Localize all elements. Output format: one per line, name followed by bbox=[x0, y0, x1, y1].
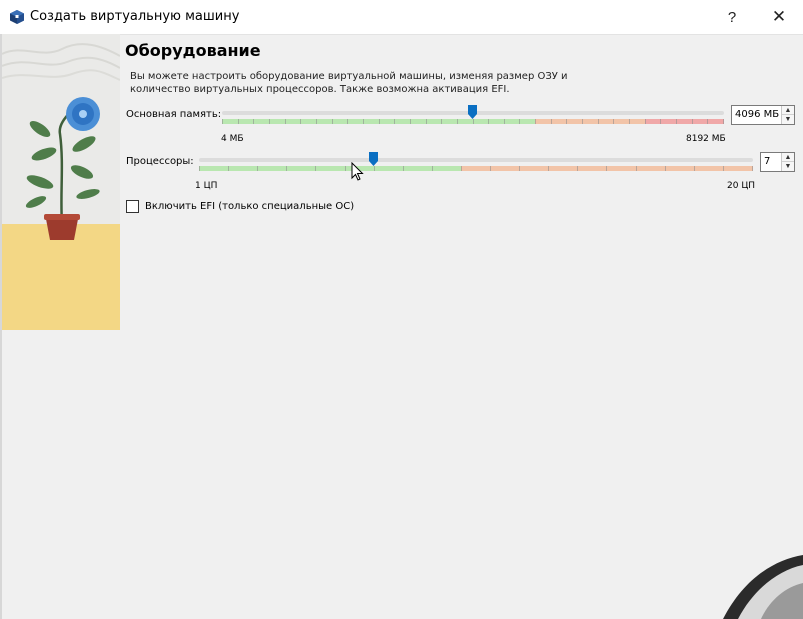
slider-tick bbox=[723, 119, 724, 124]
processors-slider-groove bbox=[199, 158, 753, 162]
slider-tick bbox=[566, 119, 568, 124]
slider-tick bbox=[535, 119, 537, 124]
slider-tick bbox=[425, 119, 427, 124]
processors-min-label: 1 ЦП bbox=[195, 181, 218, 191]
slider-tick bbox=[402, 166, 404, 171]
memory-ticks bbox=[222, 119, 724, 125]
slider-tick bbox=[409, 119, 411, 124]
memory-max-label: 8192 МБ bbox=[686, 134, 726, 144]
slider-tick bbox=[635, 166, 637, 171]
slider-tick bbox=[519, 119, 521, 124]
efi-checkbox-label[interactable]: Включить EFI (только специальные ОС) bbox=[145, 201, 354, 212]
slider-tick bbox=[441, 119, 443, 124]
slider-tick bbox=[676, 119, 678, 124]
title-bar: Создать виртуальную машину ? ✕ bbox=[0, 0, 803, 35]
virtualbox-icon bbox=[10, 10, 24, 24]
efi-checkbox[interactable] bbox=[126, 200, 139, 213]
slider-tick bbox=[431, 166, 433, 171]
slider-tick bbox=[691, 119, 693, 124]
processors-increment-icon[interactable]: ▲ bbox=[782, 153, 794, 162]
slider-tick bbox=[257, 166, 259, 171]
slider-tick bbox=[373, 166, 375, 171]
processors-spin-arrows[interactable]: ▲ ▼ bbox=[781, 153, 794, 171]
slider-tick bbox=[606, 166, 608, 171]
slider-tick bbox=[347, 119, 349, 124]
slider-tick bbox=[362, 119, 364, 124]
close-button[interactable]: ✕ bbox=[759, 0, 799, 34]
slider-tick bbox=[300, 119, 302, 124]
slider-tick bbox=[378, 119, 380, 124]
slider-tick bbox=[472, 119, 474, 124]
slider-tick bbox=[253, 119, 255, 124]
slider-tick bbox=[228, 166, 230, 171]
slider-tick bbox=[284, 119, 286, 124]
processors-slider-handle[interactable] bbox=[369, 152, 379, 166]
slider-tick bbox=[456, 119, 458, 124]
slider-tick bbox=[286, 166, 288, 171]
slider-tick bbox=[222, 119, 223, 124]
slider-tick bbox=[519, 166, 521, 171]
slider-tick bbox=[268, 119, 270, 124]
slider-tick bbox=[460, 166, 462, 171]
memory-decrement-icon[interactable]: ▼ bbox=[782, 115, 794, 124]
memory-slider[interactable] bbox=[222, 104, 724, 128]
processors-spinbox[interactable]: 7 ▲ ▼ bbox=[760, 152, 795, 172]
slider-tick bbox=[394, 119, 396, 124]
slider-tick bbox=[644, 119, 646, 124]
slider-tick bbox=[577, 166, 579, 171]
window-title: Создать виртуальную машину bbox=[30, 9, 240, 24]
help-button[interactable]: ? bbox=[712, 0, 752, 34]
mouse-cursor-icon bbox=[351, 162, 364, 181]
slider-tick bbox=[490, 166, 492, 171]
slider-tick bbox=[548, 166, 550, 171]
slider-tick bbox=[752, 166, 753, 171]
slider-tick bbox=[550, 119, 552, 124]
memory-spinbox[interactable]: 4096 МБ ▲ ▼ bbox=[731, 105, 795, 125]
slider-tick bbox=[315, 119, 317, 124]
processors-label: Процессоры: bbox=[126, 156, 194, 167]
slider-tick bbox=[660, 119, 662, 124]
slider-tick bbox=[315, 166, 317, 171]
processors-decrement-icon[interactable]: ▼ bbox=[782, 162, 794, 171]
memory-value[interactable]: 4096 МБ bbox=[735, 109, 779, 120]
wizard-illustration bbox=[2, 34, 120, 330]
slider-tick bbox=[488, 119, 490, 124]
desktop-background-fragment bbox=[723, 555, 803, 619]
slider-tick bbox=[629, 119, 631, 124]
slider-tick bbox=[693, 166, 695, 171]
slider-tick bbox=[331, 119, 333, 124]
page-description: Вы можете настроить оборудование виртуал… bbox=[130, 71, 568, 95]
slider-tick bbox=[344, 166, 346, 171]
processors-ticks bbox=[199, 166, 753, 172]
slider-tick bbox=[722, 166, 724, 171]
processors-max-label: 20 ЦП bbox=[727, 181, 756, 191]
memory-spin-arrows[interactable]: ▲ ▼ bbox=[781, 106, 794, 124]
memory-label: Основная память: bbox=[126, 109, 222, 120]
page-heading: Оборудование bbox=[125, 41, 261, 60]
slider-tick bbox=[237, 119, 239, 124]
memory-min-label: 4 МБ bbox=[221, 134, 244, 144]
slider-tick bbox=[707, 119, 709, 124]
slider-tick bbox=[597, 119, 599, 124]
slider-tick bbox=[503, 119, 505, 124]
memory-increment-icon[interactable]: ▲ bbox=[782, 106, 794, 115]
slider-tick bbox=[613, 119, 615, 124]
memory-slider-handle[interactable] bbox=[468, 105, 478, 119]
processors-value[interactable]: 7 bbox=[764, 156, 770, 167]
slider-tick bbox=[199, 166, 200, 171]
slider-tick bbox=[582, 119, 584, 124]
processors-slider[interactable] bbox=[199, 151, 753, 175]
slider-tick bbox=[664, 166, 666, 171]
